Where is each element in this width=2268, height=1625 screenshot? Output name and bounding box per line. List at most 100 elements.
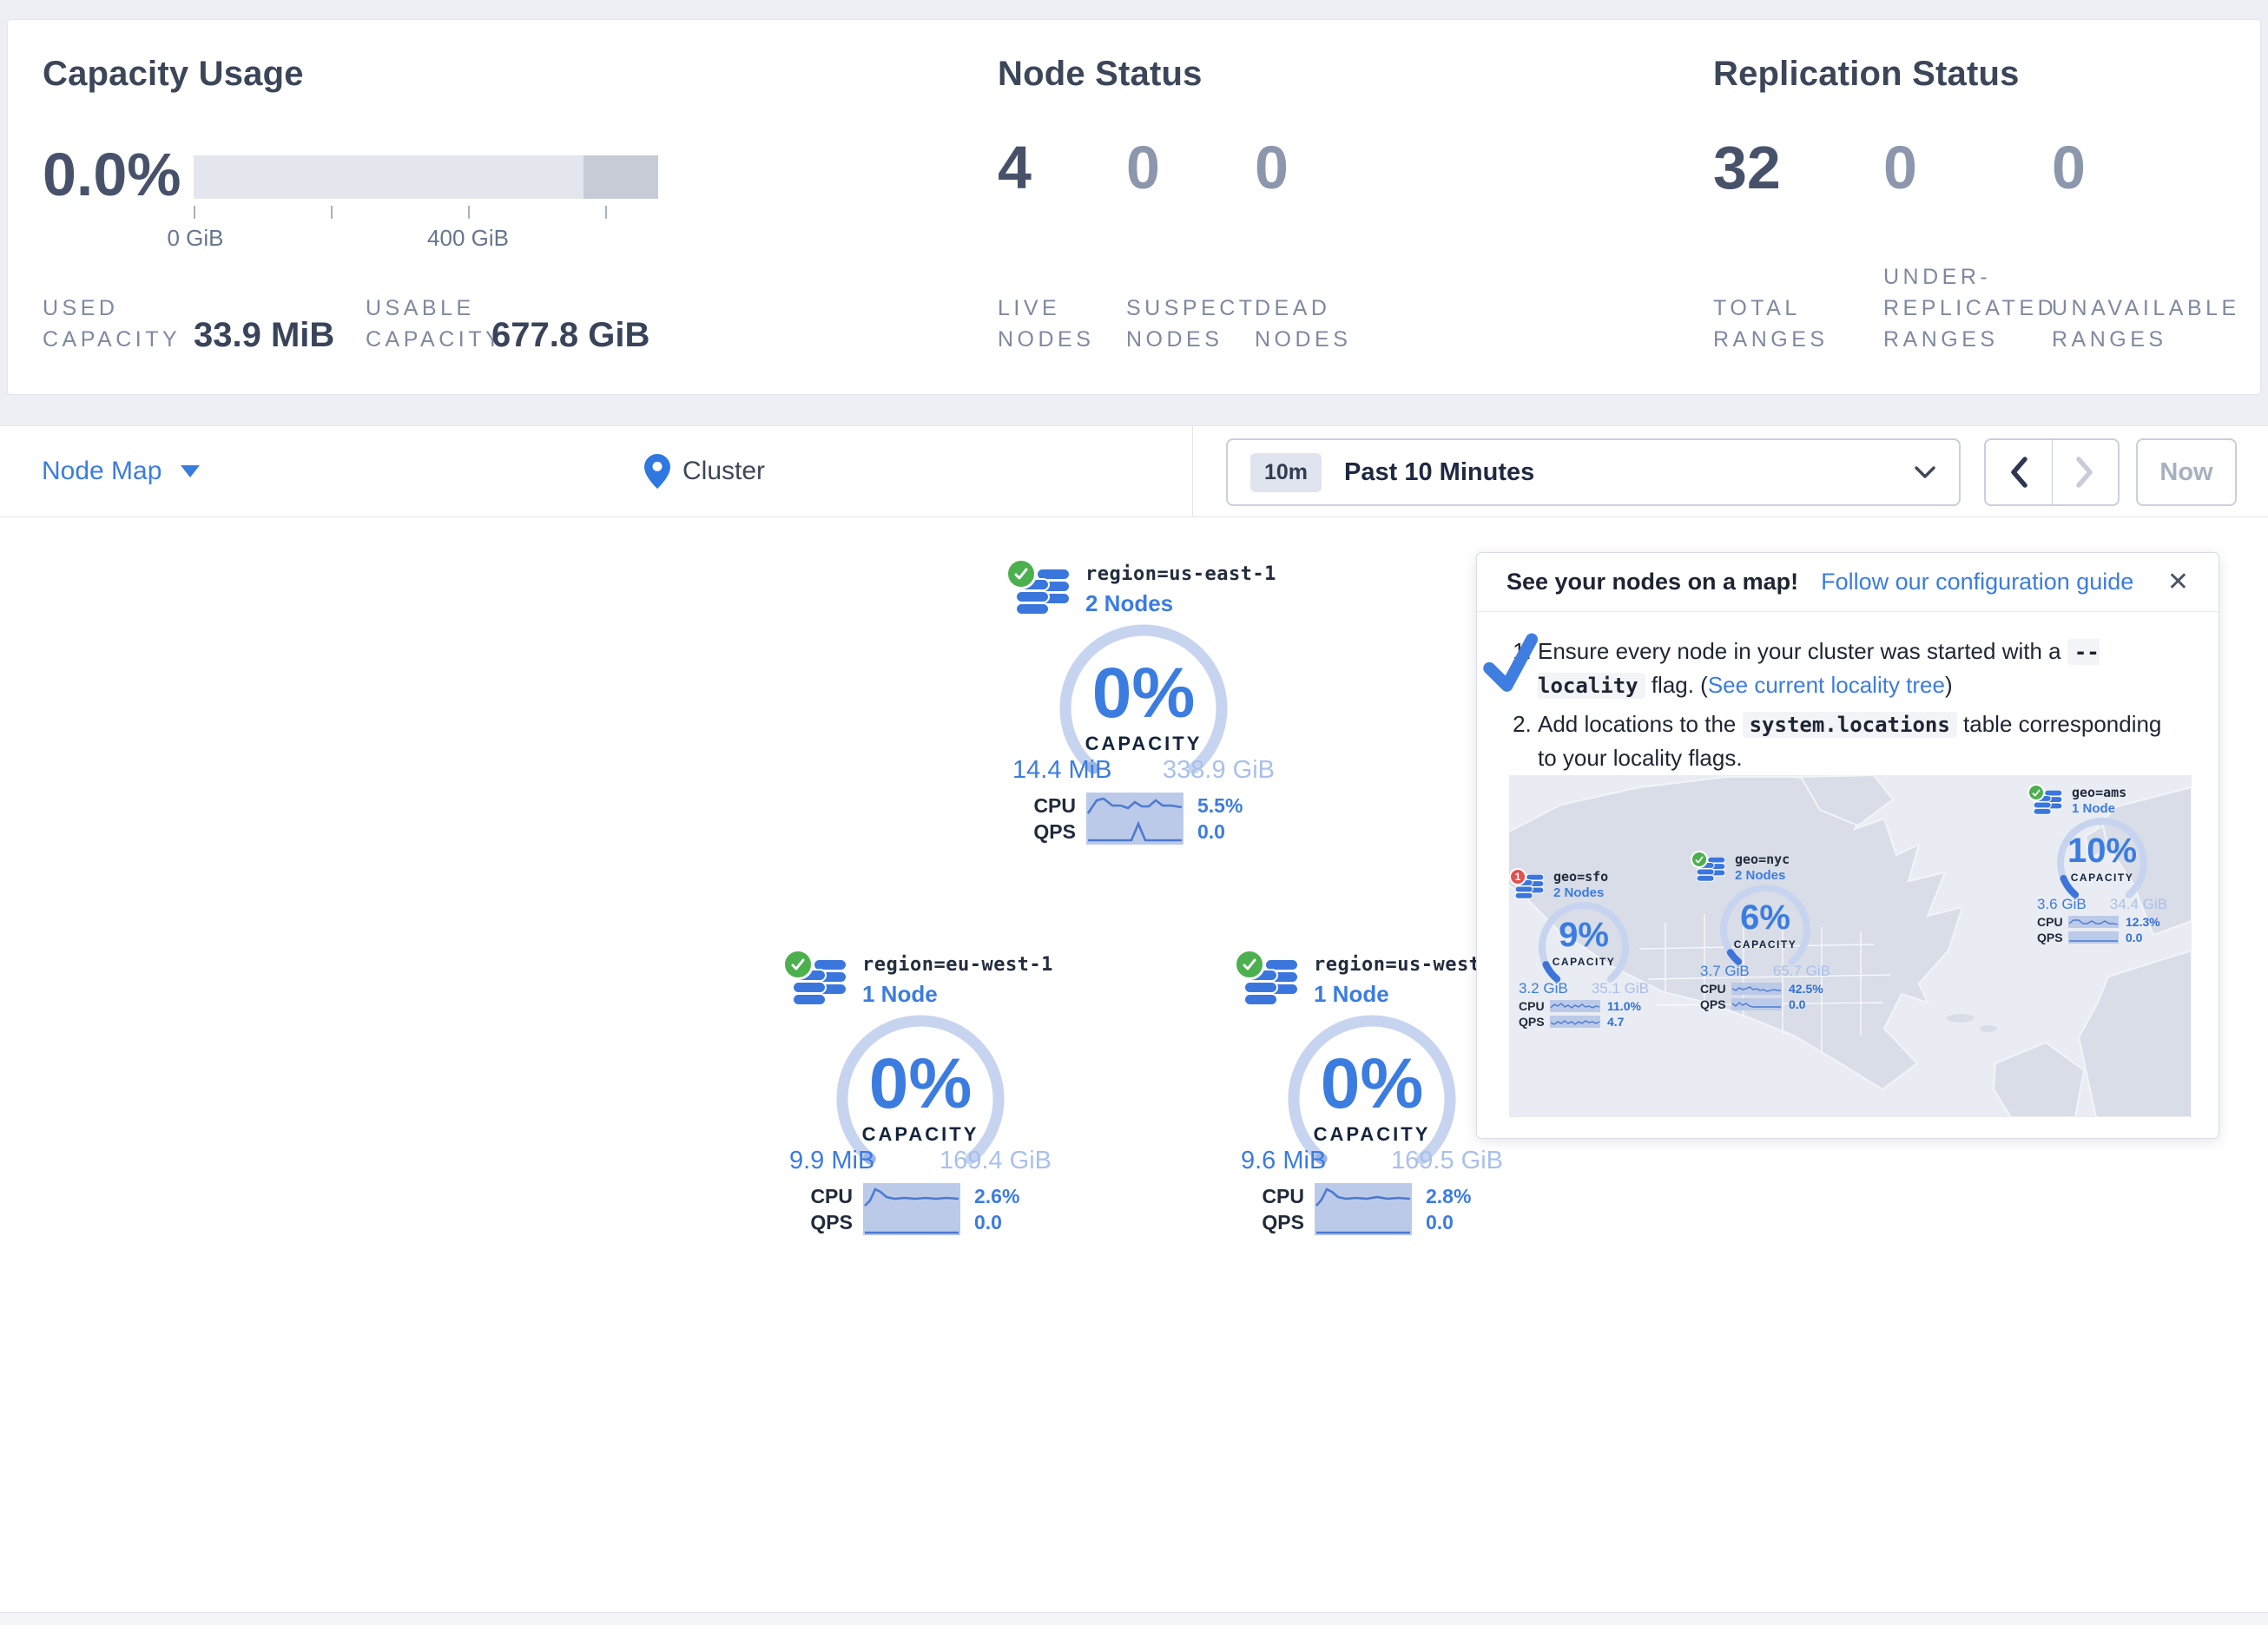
qps-sparkline [1731, 998, 1782, 1010]
qps-label: QPS [1250, 1211, 1304, 1234]
geo-node-count: 2 Nodes [1735, 868, 1790, 884]
geo-name: geo=nyc [1735, 852, 1790, 868]
configuration-guide-link[interactable]: Follow our configuration guide [1821, 569, 2133, 595]
time-range-select[interactable]: 10m Past 10 Minutes [1226, 438, 1961, 506]
qps-label: QPS [1519, 1015, 1546, 1029]
breadcrumb[interactable]: Cluster [644, 426, 765, 516]
geo-node-count: 1 Node [2072, 801, 2126, 817]
cpu-sparkline [1315, 1183, 1412, 1209]
region-node-count-link[interactable]: 2 Nodes [1085, 589, 1276, 617]
gauge-capacity-label: CAPACITY [1050, 733, 1237, 755]
suspect-nodes-count: 0 [1126, 133, 1160, 202]
time-range-badge: 10m [1250, 453, 1322, 492]
qps-value: 4.7 [1607, 1015, 1624, 1029]
time-step-buttons [1984, 438, 2120, 506]
cpu-label: CPU [1022, 794, 1076, 818]
now-button[interactable]: Now [2136, 438, 2237, 506]
map-toolbar: Node Map Cluster 10m Past 10 Minutes Now [0, 425, 2268, 517]
gauge-percent: 0% [1278, 1043, 1466, 1125]
system-locations-code: system.locations [1743, 712, 1957, 738]
map-pin-icon [644, 454, 670, 489]
capacity-axis-400: 400 GiB [427, 225, 509, 252]
qps-sparkline [1550, 1016, 1600, 1028]
capacity-used-value: 3.7 GiB [1700, 963, 1750, 980]
capacity-total-value: 169.5 GiB [1391, 1147, 1503, 1175]
region-node-count-link[interactable]: 1 Node [862, 980, 1053, 1008]
gauge-percent: 0% [1050, 653, 1237, 734]
used-capacity-value: 33.9 MiB [194, 316, 334, 355]
status-ok-badge [1234, 949, 1265, 980]
popup-header: See your nodes on a map! Follow our conf… [1477, 553, 2219, 612]
total-ranges-label: TOTALRANGES [1713, 293, 1829, 355]
total-ranges-count: 32 [1713, 133, 1781, 202]
qps-sparkline [1086, 819, 1183, 845]
status-ok-badge [782, 949, 814, 980]
capacity-used-value: 9.9 MiB [789, 1147, 874, 1175]
capacity-total-value: 34.4 GiB [2110, 896, 2167, 913]
time-prev-button[interactable] [1986, 440, 2052, 504]
dead-nodes-count: 0 [1255, 133, 1289, 202]
live-nodes-label: LIVENODES [998, 293, 1094, 355]
cpu-value: 42.5% [1789, 982, 1823, 996]
capacity-total-value: 169.4 GiB [940, 1147, 1052, 1175]
cluster-summary-panel: Capacity Usage 0.0% 0 GiB 400 GiB USEDCA… [7, 19, 2261, 395]
configuration-steps: Ensure every node in your cluster was st… [1507, 635, 2184, 780]
popup-title: See your nodes on a map! [1507, 569, 1798, 595]
gauge-percent: 10% [2052, 832, 2153, 871]
breadcrumb-cluster-label: Cluster [682, 457, 765, 486]
qps-label: QPS [2037, 931, 2065, 944]
config-step-2: Add locations to the system.locations ta… [1538, 707, 2184, 774]
qps-value: 0.0 [1789, 997, 1805, 1011]
under-replicated-count: 0 [1883, 133, 1917, 202]
close-icon[interactable]: ✕ [2167, 569, 2189, 595]
locality-tree-link[interactable]: See current locality tree [1708, 672, 1945, 698]
config-step-1: Ensure every node in your cluster was st… [1538, 635, 2184, 702]
gauge-capacity-label: CAPACITY [1278, 1123, 1466, 1146]
chevron-left-icon [2008, 456, 2029, 489]
capacity-used-value: 14.4 MiB [1012, 756, 1111, 785]
qps-value: 0.0 [2126, 931, 2142, 944]
capacity-percent: 0.0% [43, 140, 181, 209]
cpu-value: 2.8% [1426, 1185, 1471, 1208]
qps-sparkline [2068, 931, 2119, 944]
unavailable-label: UNAVAILABLERANGES [2052, 293, 2240, 355]
capacity-total-value: 65.7 GiB [1773, 963, 1830, 980]
cpu-sparkline [863, 1183, 960, 1209]
time-range-label: Past 10 Minutes [1344, 458, 1891, 487]
capacity-bar: 0 GiB 400 GiB [194, 155, 658, 199]
qps-label: QPS [1700, 997, 1728, 1011]
capacity-used-value: 3.6 GiB [2037, 896, 2087, 913]
status-error-badge: 1 [1509, 868, 1526, 885]
gauge-capacity-label: CAPACITY [2052, 872, 2153, 884]
live-nodes-count: 4 [998, 133, 1032, 202]
cpu-sparkline [2068, 916, 2119, 928]
qps-sparkline [863, 1209, 960, 1235]
cpu-value: 12.3% [2126, 915, 2160, 929]
suspect-nodes-label: SUSPECTNODES [1126, 293, 1256, 355]
geo-node-count: 2 Nodes [1553, 885, 1608, 901]
cpu-sparkline [1731, 983, 1782, 995]
cpu-label: CPU [799, 1185, 853, 1208]
gauge-percent: 9% [1533, 916, 1634, 955]
capacity-axis-0: 0 GiB [167, 225, 223, 252]
node-status-title: Node Status [998, 55, 1203, 94]
gauge-percent: 0% [827, 1043, 1014, 1125]
capacity-used-value: 9.6 MiB [1241, 1147, 1326, 1175]
usable-capacity-value: 677.8 GiB [491, 316, 649, 355]
geo-name: geo=ams [2072, 785, 2126, 801]
cpu-label: CPU [1700, 982, 1728, 996]
geo-name: geo=sfo [1553, 869, 1608, 885]
status-ok-badge [1691, 851, 1708, 868]
qps-label: QPS [799, 1211, 853, 1234]
time-next-button[interactable] [2052, 440, 2119, 504]
unavailable-count: 0 [2052, 133, 2086, 202]
view-selector-dropdown[interactable]: Node Map [42, 426, 200, 516]
step-complete-check-icon [1479, 631, 1546, 699]
status-ok-badge [1005, 558, 1037, 589]
usable-capacity-label: USABLECAPACITY [366, 293, 504, 355]
replication-status-title: Replication Status [1713, 55, 2020, 94]
dead-nodes-label: DEADNODES [1255, 293, 1351, 355]
cpu-label: CPU [2037, 915, 2065, 929]
node-map-config-popup: See your nodes on a map! Follow our conf… [1476, 552, 2219, 1139]
gauge-capacity-label: CAPACITY [827, 1123, 1014, 1146]
